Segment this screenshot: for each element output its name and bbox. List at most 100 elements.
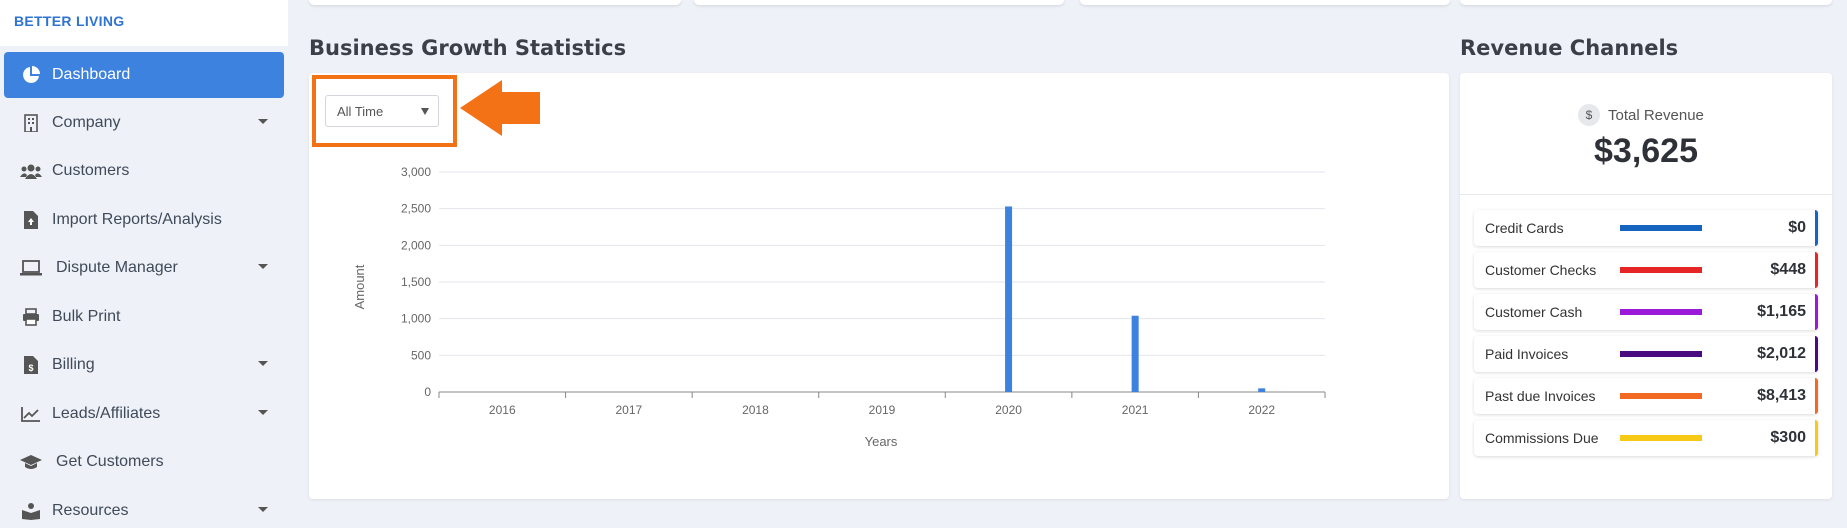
sidebar-item-billing[interactable]: $ Billing <box>4 342 284 388</box>
x-tick-label: 2016 <box>489 403 516 417</box>
sidebar-item-import-reports[interactable]: Import Reports/Analysis <box>4 197 284 243</box>
sidebar-item-bulk-print[interactable]: Bulk Print <box>4 294 284 340</box>
sidebar-item-label: Dashboard <box>52 66 131 83</box>
sidebar-item-company[interactable]: Company <box>4 100 284 146</box>
revenue-channel-label: Commissions Due <box>1485 430 1599 446</box>
sidebar-item-dispute-manager[interactable]: Dispute Manager <box>4 245 284 291</box>
x-tick-label: 2020 <box>995 403 1022 417</box>
building-icon <box>20 112 42 134</box>
y-axis-title: Amount <box>352 264 367 309</box>
revenue-channel-label: Customer Checks <box>1485 262 1597 278</box>
revenue-channel-row: Credit Cards $0 <box>1474 210 1818 246</box>
book-reader-icon <box>20 500 42 522</box>
revenue-channel-value: $0 <box>1788 219 1806 236</box>
revenue-channel-color-bar <box>1620 225 1702 231</box>
dropdown-triangle-icon <box>421 108 429 115</box>
chevron-down-icon <box>258 264 268 269</box>
y-tick-label: 2,000 <box>401 238 431 252</box>
revenue-section-title: Revenue Channels <box>1460 36 1679 60</box>
brand-logo-text[interactable]: BETTER LIVING <box>14 13 124 29</box>
x-tick-label: 2019 <box>869 403 896 417</box>
sidebar-item-label: Resources <box>52 502 129 519</box>
y-tick-label: 1,500 <box>401 275 431 289</box>
pie-chart-icon <box>20 64 42 86</box>
revenue-channel-edge <box>1815 210 1818 246</box>
revenue-channel-edge <box>1815 378 1818 414</box>
revenue-channel-color-bar <box>1620 435 1702 441</box>
y-tick-label: 500 <box>411 348 431 362</box>
sidebar-item-label: Dispute Manager <box>56 259 178 276</box>
time-range-select[interactable]: All Time <box>325 95 439 127</box>
sidebar-item-label: Company <box>52 114 121 131</box>
revenue-channel-edge <box>1815 252 1818 288</box>
sidebar-item-label: Billing <box>52 356 95 373</box>
sidebar-item-customers[interactable]: Customers <box>4 148 284 194</box>
x-tick-label: 2018 <box>742 403 769 417</box>
revenue-channel-row: Customer Checks $448 <box>1474 252 1818 288</box>
y-tick-label: 3,000 <box>401 165 431 179</box>
chevron-down-icon <box>258 507 268 512</box>
laptop-icon <box>20 257 42 279</box>
revenue-channel-value: $8,413 <box>1757 387 1806 404</box>
sidebar-item-get-customers[interactable]: Get Customers <box>4 439 284 485</box>
revenue-channel-label: Customer Cash <box>1485 304 1583 320</box>
file-upload-icon <box>20 209 42 231</box>
time-range-select-value: All Time <box>337 103 384 119</box>
chevron-down-icon <box>258 361 268 366</box>
revenue-channel-row: Paid Invoices $2,012 <box>1474 336 1818 372</box>
y-tick-label: 2,500 <box>401 202 431 216</box>
top-card-2 <box>694 0 1064 5</box>
top-card-1 <box>309 0 681 5</box>
svg-text:$: $ <box>28 363 33 373</box>
total-revenue-label: Total Revenue <box>1608 106 1704 124</box>
x-tick-label: 2017 <box>616 403 643 417</box>
total-revenue-label-row: $ Total Revenue <box>1578 104 1704 126</box>
chart-bar[interactable] <box>1131 315 1139 392</box>
top-card-3 <box>1080 0 1450 5</box>
dollar-icon: $ <box>1578 104 1600 126</box>
chart-bar[interactable] <box>1005 206 1013 392</box>
x-tick-label: 2022 <box>1248 403 1275 417</box>
revenue-channel-color-bar <box>1620 351 1702 357</box>
revenue-channel-row: Commissions Due $300 <box>1474 420 1818 456</box>
sidebar-item-label: Customers <box>52 162 130 179</box>
sidebar-item-label: Import Reports/Analysis <box>52 211 222 228</box>
revenue-channel-value: $1,165 <box>1757 303 1806 320</box>
revenue-channel-edge <box>1815 336 1818 372</box>
revenue-channel-row: Customer Cash $1,165 <box>1474 294 1818 330</box>
revenue-channel-color-bar <box>1620 309 1702 315</box>
growth-section-title: Business Growth Statistics <box>309 36 627 60</box>
revenue-channel-color-bar <box>1620 267 1702 273</box>
y-tick-label: 1,000 <box>401 312 431 326</box>
printer-icon <box>20 306 42 328</box>
sidebar-item-label: Bulk Print <box>52 308 121 325</box>
sidebar: BETTER LIVING Dashboard Company Customer… <box>0 0 288 528</box>
revenue-channel-color-bar <box>1620 393 1702 399</box>
sidebar-item-label: Leads/Affiliates <box>52 405 161 422</box>
revenue-channel-label: Paid Invoices <box>1485 346 1569 362</box>
revenue-channel-label: Past due Invoices <box>1485 388 1596 404</box>
revenue-channel-value: $2,012 <box>1757 345 1806 362</box>
total-revenue-value: $3,625 <box>1594 132 1698 170</box>
revenue-channel-edge <box>1815 294 1818 330</box>
sidebar-item-dashboard[interactable]: Dashboard <box>4 52 284 98</box>
sidebar-item-resources[interactable]: Resources <box>4 488 284 528</box>
graduation-cap-icon <box>20 451 42 473</box>
sidebar-item-label: Get Customers <box>56 453 164 470</box>
revenue-channel-label: Credit Cards <box>1485 220 1564 236</box>
top-card-4 <box>1460 0 1832 5</box>
sidebar-item-leads-affiliates[interactable]: Leads/Affiliates <box>4 391 284 437</box>
revenue-channel-value: $300 <box>1770 429 1806 446</box>
annotation-arrow-icon <box>460 80 540 136</box>
invoice-icon: $ <box>20 354 42 376</box>
revenue-channel-edge <box>1815 420 1818 456</box>
brand-header: BETTER LIVING <box>0 0 288 46</box>
users-icon <box>20 160 42 182</box>
x-tick-label: 2021 <box>1122 403 1149 417</box>
revenue-channel-row: Past due Invoices $8,413 <box>1474 378 1818 414</box>
chart-bar[interactable] <box>1258 388 1266 392</box>
x-axis-title: Years <box>865 434 898 449</box>
chart-line-icon <box>20 403 42 425</box>
chevron-down-icon <box>258 119 268 124</box>
revenue-channel-value: $448 <box>1770 261 1806 278</box>
